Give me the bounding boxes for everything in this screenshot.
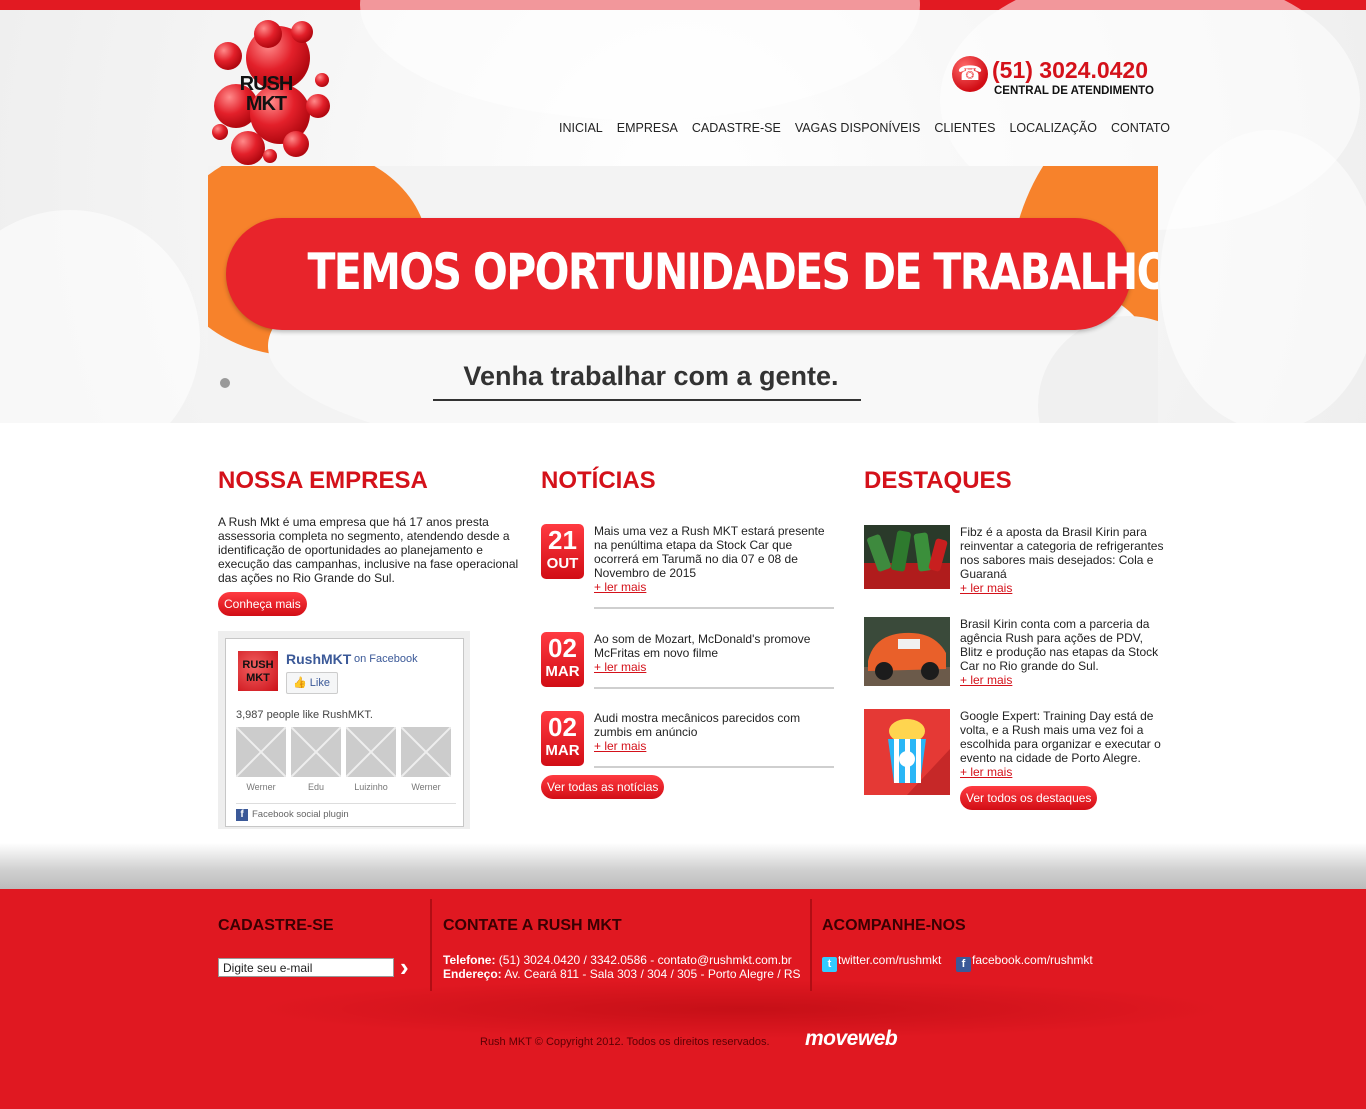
- header-phone: ☎ (51) 3024.0420 CENTRAL DE ATENDIMENTO: [952, 54, 1162, 104]
- phone-label: CENTRAL DE ATENDIMENTO: [994, 85, 1154, 97]
- fb-face[interactable]: Werner: [401, 727, 451, 792]
- banner-subtitle: Venha trabalhar com a gente.: [463, 361, 839, 391]
- facebook-icon: f: [236, 809, 248, 821]
- nav-vagas[interactable]: VAGAS DISPONÍVEIS: [788, 121, 928, 135]
- ler-mais-link[interactable]: + ler mais: [594, 660, 834, 674]
- fb-like-button[interactable]: 👍 Like: [286, 672, 338, 694]
- fb-page-avatar[interactable]: RUSH MKT: [238, 651, 278, 691]
- ler-mais-link[interactable]: + ler mais: [594, 580, 834, 594]
- news-text: Mais uma vez a Rush MKT estará presente …: [594, 524, 825, 580]
- thumbs-up-icon: 👍: [293, 677, 307, 689]
- destaque-text: Google Expert: Training Day está de volt…: [960, 709, 1161, 765]
- ler-mais-link[interactable]: + ler mais: [960, 765, 1164, 779]
- fb-faces: Werner Edu Luizinho Werner: [236, 727, 451, 792]
- end-value: Av. Ceará 811 - Sala 303 / 304 / 305 - P…: [501, 967, 801, 981]
- fb-page-name[interactable]: RushMKT: [286, 651, 351, 667]
- ver-todos-destaques-button[interactable]: Ver todos os destaques: [960, 786, 1098, 810]
- fb-like-count: 3,987 people like RushMKT.: [236, 709, 373, 721]
- news-text: Ao som de Mozart, McDonald's promove McF…: [594, 632, 811, 660]
- slider-dot[interactable]: [220, 378, 230, 388]
- footer-social-title: ACOMPANHE-NOS: [822, 917, 966, 934]
- news-text: Audi mostra mecânicos parecidos com zumb…: [594, 711, 801, 739]
- destaque-text: Fibz é a aposta da Brasil Kirin para rei…: [960, 525, 1164, 581]
- twitter-link[interactable]: t twitter.com/rushmkt: [822, 953, 941, 972]
- noticias-title: NOTÍCIAS: [541, 467, 656, 494]
- destaque-thumbnail[interactable]: [864, 525, 950, 589]
- twitter-icon: t: [822, 957, 837, 972]
- destaque-item[interactable]: Brasil Kirin conta com a parceria da agê…: [864, 617, 1164, 705]
- fb-on-facebook[interactable]: on Facebook: [354, 653, 418, 665]
- fb-social-plugin[interactable]: f Facebook social plugin: [236, 809, 349, 821]
- tel-label: Telefone:: [443, 953, 496, 967]
- moveweb-logo[interactable]: moveweb: [805, 1027, 898, 1051]
- facebook-link[interactable]: f facebook.com/rushmkt: [956, 953, 1093, 972]
- fb-face[interactable]: Werner: [236, 727, 286, 792]
- footer: CADASTRE-SE › CONTATE A RUSH MKT Telefon…: [0, 889, 1366, 1109]
- date-badge: 02 MAR: [541, 711, 584, 766]
- destaque-item[interactable]: Google Expert: Training Day está de volt…: [864, 709, 1164, 797]
- nav-empresa[interactable]: EMPRESA: [610, 121, 685, 135]
- phone-number[interactable]: (51) 3024.0420: [992, 57, 1148, 84]
- ler-mais-link[interactable]: + ler mais: [594, 739, 834, 753]
- logo-line1: RUSH: [239, 73, 294, 95]
- empresa-title: NOSSA EMPRESA: [218, 467, 428, 494]
- nav-clientes[interactable]: CLIENTES: [927, 121, 1002, 135]
- banner-title: TEMOS OPORTUNIDADES DE TRABALHOS: [307, 243, 1158, 301]
- tel-value: (51) 3024.0420 / 3342.0586 - contato@rus…: [495, 953, 792, 967]
- footer-contact-info: Telefone: (51) 3024.0420 / 3342.0586 - c…: [443, 953, 801, 981]
- main-nav: INICIAL EMPRESA CADASTRE-SE VAGAS DISPON…: [552, 121, 1177, 135]
- news-item[interactable]: 02 MAR Ao som de Mozart, McDonald's prom…: [541, 632, 834, 712]
- avatar: [236, 727, 286, 777]
- empresa-text: A Rush Mkt é uma empresa que há 17 anos …: [218, 515, 519, 585]
- destaque-text: Brasil Kirin conta com a parceria da agê…: [960, 617, 1159, 673]
- hero-banner[interactable]: TEMOS OPORTUNIDADES DE TRABALHOS Venha t…: [208, 166, 1158, 423]
- ver-todas-noticias-button[interactable]: Ver todas as notícias: [541, 775, 665, 799]
- ler-mais-link[interactable]: + ler mais: [960, 581, 1164, 595]
- destaque-thumbnail[interactable]: [864, 617, 950, 686]
- footer-cadastre-title: CADASTRE-SE: [218, 917, 334, 934]
- conheca-mais-button[interactable]: Conheça mais: [218, 592, 307, 616]
- banner-underline: [433, 399, 861, 401]
- footer-contate-title: CONTATE A RUSH MKT: [443, 917, 622, 934]
- end-label: Endereço:: [443, 967, 502, 981]
- destaque-item[interactable]: Fibz é a aposta da Brasil Kirin para rei…: [864, 525, 1164, 613]
- facebook-like-box: RUSH MKT RushMKT on Facebook 👍 Like 3,98…: [218, 631, 470, 829]
- submit-arrow-icon[interactable]: ›: [400, 952, 409, 983]
- content-fade: [0, 843, 1366, 889]
- date-badge: 02 MAR: [541, 632, 584, 687]
- logo-line2: MKT: [245, 93, 287, 115]
- avatar: [291, 727, 341, 777]
- avatar: [346, 727, 396, 777]
- nav-contato[interactable]: CONTATO: [1104, 121, 1177, 135]
- destaque-thumbnail[interactable]: [864, 709, 950, 795]
- fb-face[interactable]: Edu: [291, 727, 341, 792]
- facebook-icon: f: [956, 957, 971, 972]
- nav-localizacao[interactable]: LOCALIZAÇÃO: [1002, 121, 1104, 135]
- news-item[interactable]: 21 OUT Mais uma vez a Rush MKT estará pr…: [541, 524, 834, 609]
- fb-face[interactable]: Luizinho: [346, 727, 396, 792]
- email-input[interactable]: [218, 958, 394, 977]
- fb-like-label: Like: [309, 677, 330, 689]
- logo-text: RUSH MKT: [226, 74, 306, 114]
- phone-icon: ☎: [952, 56, 988, 92]
- nav-inicial[interactable]: INICIAL: [552, 121, 610, 135]
- destaques-title: DESTAQUES: [864, 467, 1012, 494]
- ler-mais-link[interactable]: + ler mais: [960, 673, 1164, 687]
- copyright: Rush MKT © Copyright 2012. Todos os dire…: [480, 1036, 770, 1048]
- nav-cadastre-se[interactable]: CADASTRE-SE: [685, 121, 788, 135]
- date-badge: 21 OUT: [541, 524, 584, 579]
- avatar: [401, 727, 451, 777]
